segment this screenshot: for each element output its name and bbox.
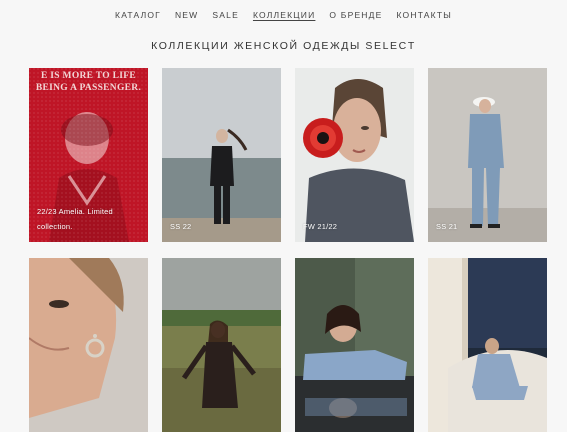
collection-image-7 — [295, 258, 414, 432]
collection-caption: SS 22 — [170, 222, 192, 231]
cover-text: E IS MORE TO LIFE BEING A PASSENGER. — [35, 71, 142, 93]
nav-item-catalog[interactable]: КАТАЛОГ — [108, 10, 168, 20]
nav-item-new[interactable]: NEW — [168, 10, 205, 20]
nav-item-collections[interactable]: КОЛЛЕКЦИИ — [246, 10, 322, 20]
collection-caption: 22/23 Amelia. Limited collection. — [37, 207, 113, 231]
collection-card-fw2122[interactable]: FW 21/22 — [295, 68, 414, 242]
main-nav: КАТАЛОГ NEW SALE КОЛЛЕКЦИИ О БРЕНДЕ КОНТ… — [0, 10, 567, 20]
collection-image-6 — [162, 258, 281, 432]
page-title: КОЛЛЕКЦИИ ЖЕНСКОЙ ОДЕЖДЫ SELECT — [151, 40, 416, 52]
collection-card-ss21[interactable]: SS 21 — [428, 68, 547, 242]
collection-card-8[interactable] — [428, 258, 547, 432]
collection-caption: SS 21 — [436, 222, 458, 231]
collection-card-6[interactable] — [162, 258, 281, 432]
collection-card-5[interactable] — [29, 258, 148, 432]
collection-caption: FW 21/22 — [303, 222, 338, 231]
collection-card-7[interactable] — [295, 258, 414, 432]
collections-grid: E IS MORE TO LIFE BEING A PASSENGER. 22/… — [29, 68, 547, 432]
collection-image-8 — [428, 258, 547, 432]
collection-image-5 — [29, 258, 148, 432]
collection-card-ss22[interactable]: SS 22 — [162, 68, 281, 242]
collection-image-ss21 — [428, 68, 547, 242]
nav-item-sale[interactable]: SALE — [205, 10, 246, 20]
collection-card-amelia[interactable]: E IS MORE TO LIFE BEING A PASSENGER. 22/… — [29, 68, 148, 242]
nav-item-contacts[interactable]: КОНТАКТЫ — [389, 10, 458, 20]
collection-image-fw2122 — [295, 68, 414, 242]
collection-image-ss22 — [162, 68, 281, 242]
nav-item-about[interactable]: О БРЕНДЕ — [322, 10, 389, 20]
